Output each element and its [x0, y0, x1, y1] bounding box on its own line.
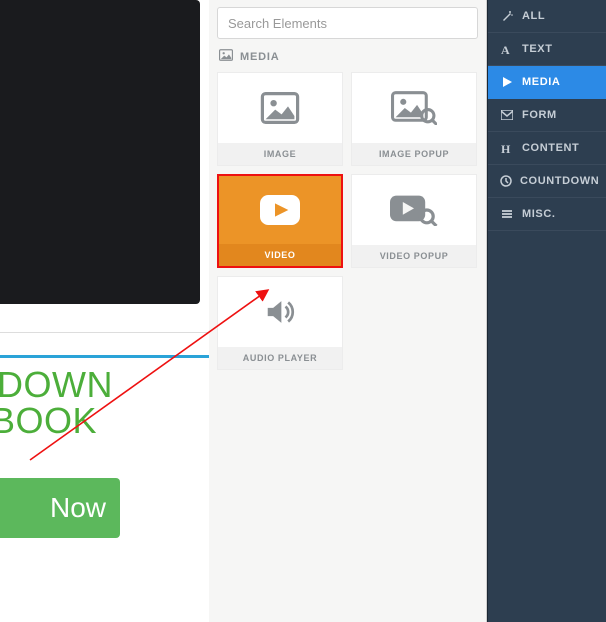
tile-label: VIDEO POPUP [352, 245, 476, 267]
canvas-dark-block [0, 0, 200, 304]
tile-label: IMAGE [218, 143, 342, 165]
sidebar-item-label: MEDIA [522, 76, 560, 88]
download-button-label: Now [50, 492, 106, 524]
sidebar-item-label: ALL [522, 10, 545, 22]
category-header: MEDIA [209, 39, 486, 72]
image-icon [218, 73, 342, 143]
elements-grid: IMAGE IMAGE POPUP VIDEO VIDEO POPUP [209, 72, 486, 370]
tile-label: IMAGE POPUP [352, 143, 476, 165]
image-popup-icon [352, 73, 476, 143]
heading-icon: H [500, 142, 514, 154]
sidebar-item-media[interactable]: MEDIA [488, 66, 606, 99]
category-header-label: MEDIA [240, 51, 279, 63]
canvas-selected-text[interactable]: D DOWN RKBOOK [0, 355, 209, 460]
tile-video-selection: VIDEO [217, 174, 343, 268]
sidebar-item-label: CONTENT [522, 142, 579, 154]
tile-image[interactable]: IMAGE [217, 72, 343, 166]
sidebar-item-all[interactable]: ALL [488, 0, 606, 33]
tile-video[interactable]: VIDEO [219, 176, 341, 266]
audio-icon [218, 277, 342, 347]
video-icon [219, 176, 341, 244]
sidebar-item-label: MISC. [522, 208, 556, 220]
tile-image-popup[interactable]: IMAGE POPUP [351, 72, 477, 166]
sidebar-item-countdown[interactable]: COUNTDOWN [488, 165, 606, 198]
sidebar-item-content[interactable]: H CONTENT [488, 132, 606, 165]
elements-panel: MEDIA IMAGE IMAGE POPUP VIDEO [209, 0, 487, 622]
search-input[interactable] [217, 7, 478, 39]
clock-icon [500, 175, 512, 187]
sidebar-item-label: TEXT [522, 43, 553, 55]
svg-text:H: H [501, 142, 511, 154]
tile-video-popup[interactable]: VIDEO POPUP [351, 174, 477, 268]
download-button[interactable]: Now [0, 478, 120, 538]
play-icon [500, 76, 514, 88]
sidebar-item-misc[interactable]: MISC. [488, 198, 606, 231]
tile-label: VIDEO [219, 244, 341, 266]
canvas-divider [0, 332, 209, 333]
sidebar-item-label: FORM [522, 109, 557, 121]
image-icon [219, 49, 233, 64]
tile-audio-player[interactable]: AUDIO PLAYER [217, 276, 343, 370]
headline-line-1: D DOWN [0, 358, 209, 406]
tile-label: AUDIO PLAYER [218, 347, 342, 369]
sidebar-item-label: COUNTDOWN [520, 175, 599, 187]
list-icon [500, 208, 514, 220]
magic-icon [500, 10, 514, 22]
category-sidebar: ALL A TEXT MEDIA FORM H CONTENT COUNTDOW… [487, 0, 606, 622]
sidebar-item-form[interactable]: FORM [488, 99, 606, 132]
font-icon: A [500, 43, 514, 55]
video-popup-icon [352, 175, 476, 245]
svg-text:A: A [501, 43, 510, 55]
headline-line-2: RKBOOK [0, 400, 209, 442]
sidebar-item-text[interactable]: A TEXT [488, 33, 606, 66]
page-canvas: D DOWN RKBOOK Now [0, 0, 209, 622]
envelope-icon [500, 110, 514, 120]
